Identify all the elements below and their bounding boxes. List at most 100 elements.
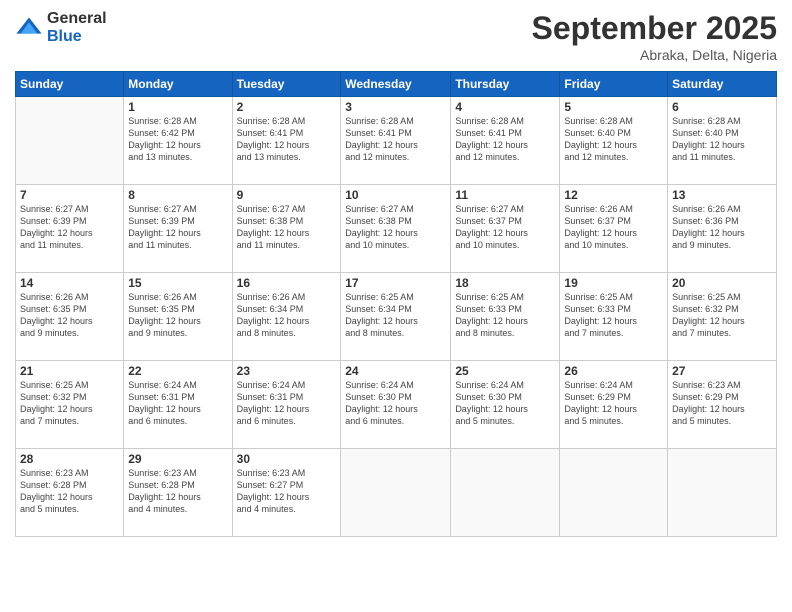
day-number: 8 bbox=[128, 188, 227, 202]
title-section: September 2025 Abraka, Delta, Nigeria bbox=[532, 10, 777, 63]
day-info: Sunrise: 6:27 AM Sunset: 6:37 PM Dayligh… bbox=[455, 203, 555, 252]
calendar-day-cell: 15Sunrise: 6:26 AM Sunset: 6:35 PM Dayli… bbox=[124, 273, 232, 361]
calendar-day-cell: 24Sunrise: 6:24 AM Sunset: 6:30 PM Dayli… bbox=[341, 361, 451, 449]
calendar-day-header: Monday bbox=[124, 72, 232, 97]
day-info: Sunrise: 6:23 AM Sunset: 6:28 PM Dayligh… bbox=[128, 467, 227, 516]
day-number: 19 bbox=[564, 276, 663, 290]
day-info: Sunrise: 6:27 AM Sunset: 6:38 PM Dayligh… bbox=[237, 203, 337, 252]
logo-general-text: General bbox=[47, 10, 107, 28]
calendar-day-cell: 1Sunrise: 6:28 AM Sunset: 6:42 PM Daylig… bbox=[124, 97, 232, 185]
day-info: Sunrise: 6:27 AM Sunset: 6:39 PM Dayligh… bbox=[20, 203, 119, 252]
calendar-day-cell: 9Sunrise: 6:27 AM Sunset: 6:38 PM Daylig… bbox=[232, 185, 341, 273]
calendar-day-cell bbox=[16, 97, 124, 185]
calendar-day-header: Friday bbox=[560, 72, 668, 97]
day-info: Sunrise: 6:25 AM Sunset: 6:32 PM Dayligh… bbox=[672, 291, 772, 340]
day-info: Sunrise: 6:23 AM Sunset: 6:29 PM Dayligh… bbox=[672, 379, 772, 428]
day-number: 12 bbox=[564, 188, 663, 202]
day-info: Sunrise: 6:25 AM Sunset: 6:33 PM Dayligh… bbox=[564, 291, 663, 340]
calendar-day-cell: 26Sunrise: 6:24 AM Sunset: 6:29 PM Dayli… bbox=[560, 361, 668, 449]
day-info: Sunrise: 6:28 AM Sunset: 6:41 PM Dayligh… bbox=[455, 115, 555, 164]
day-number: 16 bbox=[237, 276, 337, 290]
calendar-week-row: 21Sunrise: 6:25 AM Sunset: 6:32 PM Dayli… bbox=[16, 361, 777, 449]
logo-icon bbox=[15, 14, 43, 42]
day-info: Sunrise: 6:26 AM Sunset: 6:35 PM Dayligh… bbox=[20, 291, 119, 340]
day-number: 18 bbox=[455, 276, 555, 290]
calendar-day-cell: 16Sunrise: 6:26 AM Sunset: 6:34 PM Dayli… bbox=[232, 273, 341, 361]
location: Abraka, Delta, Nigeria bbox=[532, 47, 777, 63]
calendar-day-cell: 25Sunrise: 6:24 AM Sunset: 6:30 PM Dayli… bbox=[451, 361, 560, 449]
calendar-day-cell: 17Sunrise: 6:25 AM Sunset: 6:34 PM Dayli… bbox=[341, 273, 451, 361]
day-info: Sunrise: 6:24 AM Sunset: 6:29 PM Dayligh… bbox=[564, 379, 663, 428]
calendar-day-cell: 19Sunrise: 6:25 AM Sunset: 6:33 PM Dayli… bbox=[560, 273, 668, 361]
calendar-week-row: 14Sunrise: 6:26 AM Sunset: 6:35 PM Dayli… bbox=[16, 273, 777, 361]
day-info: Sunrise: 6:24 AM Sunset: 6:31 PM Dayligh… bbox=[128, 379, 227, 428]
day-info: Sunrise: 6:26 AM Sunset: 6:37 PM Dayligh… bbox=[564, 203, 663, 252]
calendar-day-cell: 23Sunrise: 6:24 AM Sunset: 6:31 PM Dayli… bbox=[232, 361, 341, 449]
day-info: Sunrise: 6:25 AM Sunset: 6:33 PM Dayligh… bbox=[455, 291, 555, 340]
day-number: 6 bbox=[672, 100, 772, 114]
day-number: 4 bbox=[455, 100, 555, 114]
calendar-day-header: Wednesday bbox=[341, 72, 451, 97]
calendar-day-header: Sunday bbox=[16, 72, 124, 97]
day-info: Sunrise: 6:28 AM Sunset: 6:42 PM Dayligh… bbox=[128, 115, 227, 164]
logo-blue-text: Blue bbox=[47, 28, 107, 46]
day-info: Sunrise: 6:24 AM Sunset: 6:30 PM Dayligh… bbox=[455, 379, 555, 428]
calendar-day-cell: 20Sunrise: 6:25 AM Sunset: 6:32 PM Dayli… bbox=[668, 273, 777, 361]
calendar-day-header: Saturday bbox=[668, 72, 777, 97]
calendar-day-cell: 21Sunrise: 6:25 AM Sunset: 6:32 PM Dayli… bbox=[16, 361, 124, 449]
day-number: 7 bbox=[20, 188, 119, 202]
day-number: 29 bbox=[128, 452, 227, 466]
calendar-day-cell: 11Sunrise: 6:27 AM Sunset: 6:37 PM Dayli… bbox=[451, 185, 560, 273]
calendar-day-cell: 27Sunrise: 6:23 AM Sunset: 6:29 PM Dayli… bbox=[668, 361, 777, 449]
day-number: 2 bbox=[237, 100, 337, 114]
day-number: 25 bbox=[455, 364, 555, 378]
calendar-day-cell: 29Sunrise: 6:23 AM Sunset: 6:28 PM Dayli… bbox=[124, 449, 232, 537]
day-number: 30 bbox=[237, 452, 337, 466]
calendar-day-header: Thursday bbox=[451, 72, 560, 97]
calendar-day-header: Tuesday bbox=[232, 72, 341, 97]
day-number: 14 bbox=[20, 276, 119, 290]
calendar-day-cell: 3Sunrise: 6:28 AM Sunset: 6:41 PM Daylig… bbox=[341, 97, 451, 185]
day-info: Sunrise: 6:28 AM Sunset: 6:40 PM Dayligh… bbox=[564, 115, 663, 164]
calendar-header-row: SundayMondayTuesdayWednesdayThursdayFrid… bbox=[16, 72, 777, 97]
day-info: Sunrise: 6:23 AM Sunset: 6:28 PM Dayligh… bbox=[20, 467, 119, 516]
day-number: 9 bbox=[237, 188, 337, 202]
calendar-day-cell: 6Sunrise: 6:28 AM Sunset: 6:40 PM Daylig… bbox=[668, 97, 777, 185]
day-info: Sunrise: 6:25 AM Sunset: 6:32 PM Dayligh… bbox=[20, 379, 119, 428]
day-number: 3 bbox=[345, 100, 446, 114]
day-number: 17 bbox=[345, 276, 446, 290]
day-number: 20 bbox=[672, 276, 772, 290]
day-info: Sunrise: 6:23 AM Sunset: 6:27 PM Dayligh… bbox=[237, 467, 337, 516]
calendar-week-row: 28Sunrise: 6:23 AM Sunset: 6:28 PM Dayli… bbox=[16, 449, 777, 537]
day-info: Sunrise: 6:26 AM Sunset: 6:35 PM Dayligh… bbox=[128, 291, 227, 340]
calendar-day-cell: 10Sunrise: 6:27 AM Sunset: 6:38 PM Dayli… bbox=[341, 185, 451, 273]
day-number: 27 bbox=[672, 364, 772, 378]
day-info: Sunrise: 6:28 AM Sunset: 6:41 PM Dayligh… bbox=[237, 115, 337, 164]
day-info: Sunrise: 6:25 AM Sunset: 6:34 PM Dayligh… bbox=[345, 291, 446, 340]
calendar-day-cell bbox=[560, 449, 668, 537]
header: General Blue September 2025 Abraka, Delt… bbox=[15, 10, 777, 63]
calendar-day-cell: 5Sunrise: 6:28 AM Sunset: 6:40 PM Daylig… bbox=[560, 97, 668, 185]
calendar-day-cell: 2Sunrise: 6:28 AM Sunset: 6:41 PM Daylig… bbox=[232, 97, 341, 185]
calendar-week-row: 7Sunrise: 6:27 AM Sunset: 6:39 PM Daylig… bbox=[16, 185, 777, 273]
logo: General Blue bbox=[15, 10, 107, 45]
day-number: 11 bbox=[455, 188, 555, 202]
calendar-day-cell: 18Sunrise: 6:25 AM Sunset: 6:33 PM Dayli… bbox=[451, 273, 560, 361]
day-number: 22 bbox=[128, 364, 227, 378]
day-number: 26 bbox=[564, 364, 663, 378]
calendar-day-cell: 22Sunrise: 6:24 AM Sunset: 6:31 PM Dayli… bbox=[124, 361, 232, 449]
calendar-day-cell: 30Sunrise: 6:23 AM Sunset: 6:27 PM Dayli… bbox=[232, 449, 341, 537]
day-number: 5 bbox=[564, 100, 663, 114]
page: General Blue September 2025 Abraka, Delt… bbox=[0, 0, 792, 612]
calendar-week-row: 1Sunrise: 6:28 AM Sunset: 6:42 PM Daylig… bbox=[16, 97, 777, 185]
calendar-day-cell: 28Sunrise: 6:23 AM Sunset: 6:28 PM Dayli… bbox=[16, 449, 124, 537]
calendar-table: SundayMondayTuesdayWednesdayThursdayFrid… bbox=[15, 71, 777, 537]
day-number: 13 bbox=[672, 188, 772, 202]
calendar-day-cell: 14Sunrise: 6:26 AM Sunset: 6:35 PM Dayli… bbox=[16, 273, 124, 361]
day-info: Sunrise: 6:27 AM Sunset: 6:39 PM Dayligh… bbox=[128, 203, 227, 252]
calendar-day-cell: 12Sunrise: 6:26 AM Sunset: 6:37 PM Dayli… bbox=[560, 185, 668, 273]
calendar-day-cell: 7Sunrise: 6:27 AM Sunset: 6:39 PM Daylig… bbox=[16, 185, 124, 273]
day-info: Sunrise: 6:24 AM Sunset: 6:31 PM Dayligh… bbox=[237, 379, 337, 428]
calendar-day-cell: 8Sunrise: 6:27 AM Sunset: 6:39 PM Daylig… bbox=[124, 185, 232, 273]
calendar-day-cell bbox=[451, 449, 560, 537]
